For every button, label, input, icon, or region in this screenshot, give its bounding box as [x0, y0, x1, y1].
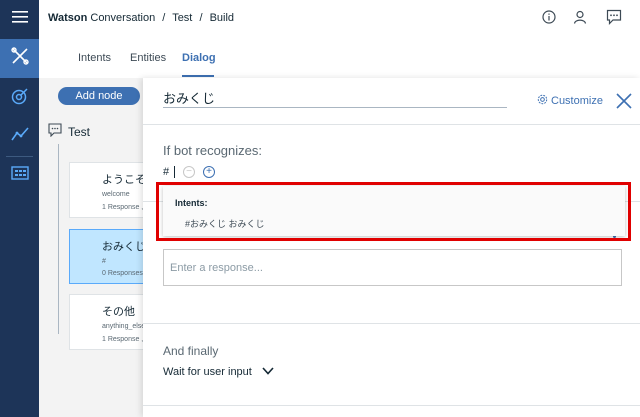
tab-active-indicator [182, 75, 214, 77]
close-button[interactable] [615, 92, 633, 110]
chat-icon [48, 123, 62, 140]
tree-title-label: Test [68, 124, 91, 139]
divider [143, 124, 640, 125]
close-icon [615, 93, 633, 114]
node-name-input[interactable]: おみくじ [163, 88, 507, 108]
tab-entities[interactable]: Entities [130, 52, 166, 64]
node-responses: 0 Responses [102, 270, 143, 277]
highlight-box [156, 182, 631, 241]
info-icon [542, 9, 556, 29]
tools-icon [10, 47, 29, 70]
breadcrumb: Watson Conversation / Test / Build [48, 12, 234, 24]
breadcrumb-separator: / [199, 12, 203, 24]
plus-icon: + [206, 166, 212, 177]
menu-button[interactable] [0, 0, 39, 39]
breadcrumb-page: Build [209, 12, 235, 24]
gear-icon [537, 94, 548, 108]
rail-item-deploy[interactable] [0, 156, 39, 195]
user-icon [573, 10, 587, 29]
tab-intents[interactable]: Intents [78, 52, 111, 64]
customize-button[interactable]: Customize [537, 94, 603, 108]
add-node-button[interactable]: Add node [58, 87, 140, 105]
response-input[interactable]: Enter a response... [163, 249, 622, 286]
node-responses: 1 Response , [102, 204, 144, 211]
finally-heading: And finally [163, 344, 219, 358]
target-icon [11, 87, 29, 110]
remove-condition-button[interactable]: − [183, 166, 195, 178]
info-button[interactable] [539, 9, 559, 29]
rail-item-analytics[interactable] [0, 117, 39, 156]
analytics-icon [10, 126, 29, 147]
condition-heading: If bot recognizes: [163, 143, 262, 158]
chevron-down-icon [262, 366, 274, 378]
breadcrumb-separator: / [162, 12, 166, 24]
condition-input[interactable]: # [163, 166, 175, 178]
wait-label: Wait for user input [163, 366, 252, 378]
rail-item-improve[interactable] [0, 79, 39, 118]
divider [143, 405, 640, 406]
wait-select[interactable]: Wait for user input [163, 366, 274, 378]
node-editor-panel: おみくじ Customize If bot recognizes: # − + … [143, 78, 640, 417]
dialog-tree-title: Test [48, 123, 90, 140]
rail-item-build[interactable] [0, 39, 39, 78]
tree-connector [58, 144, 59, 334]
left-rail [0, 0, 39, 417]
chat-button[interactable] [604, 9, 624, 29]
tabs-bar: Intents Entities Dialog [39, 39, 640, 78]
product-subname: Conversation [90, 12, 156, 24]
minus-icon: − [186, 166, 192, 177]
node-responses: 1 Response , [102, 336, 144, 343]
chat-icon [606, 9, 622, 30]
add-condition-button[interactable]: + [203, 166, 215, 178]
tab-dialog[interactable]: Dialog [182, 52, 216, 64]
user-button[interactable] [570, 9, 590, 29]
customize-label: Customize [551, 95, 603, 107]
top-header: Watson Conversation / Test / Build [39, 0, 640, 39]
condition-row: # − + [163, 166, 215, 178]
divider [143, 323, 640, 324]
product-name: Watson [48, 12, 88, 24]
grid-icon [10, 166, 29, 185]
breadcrumb-workspace[interactable]: Test [172, 12, 192, 24]
menu-icon [11, 10, 28, 29]
